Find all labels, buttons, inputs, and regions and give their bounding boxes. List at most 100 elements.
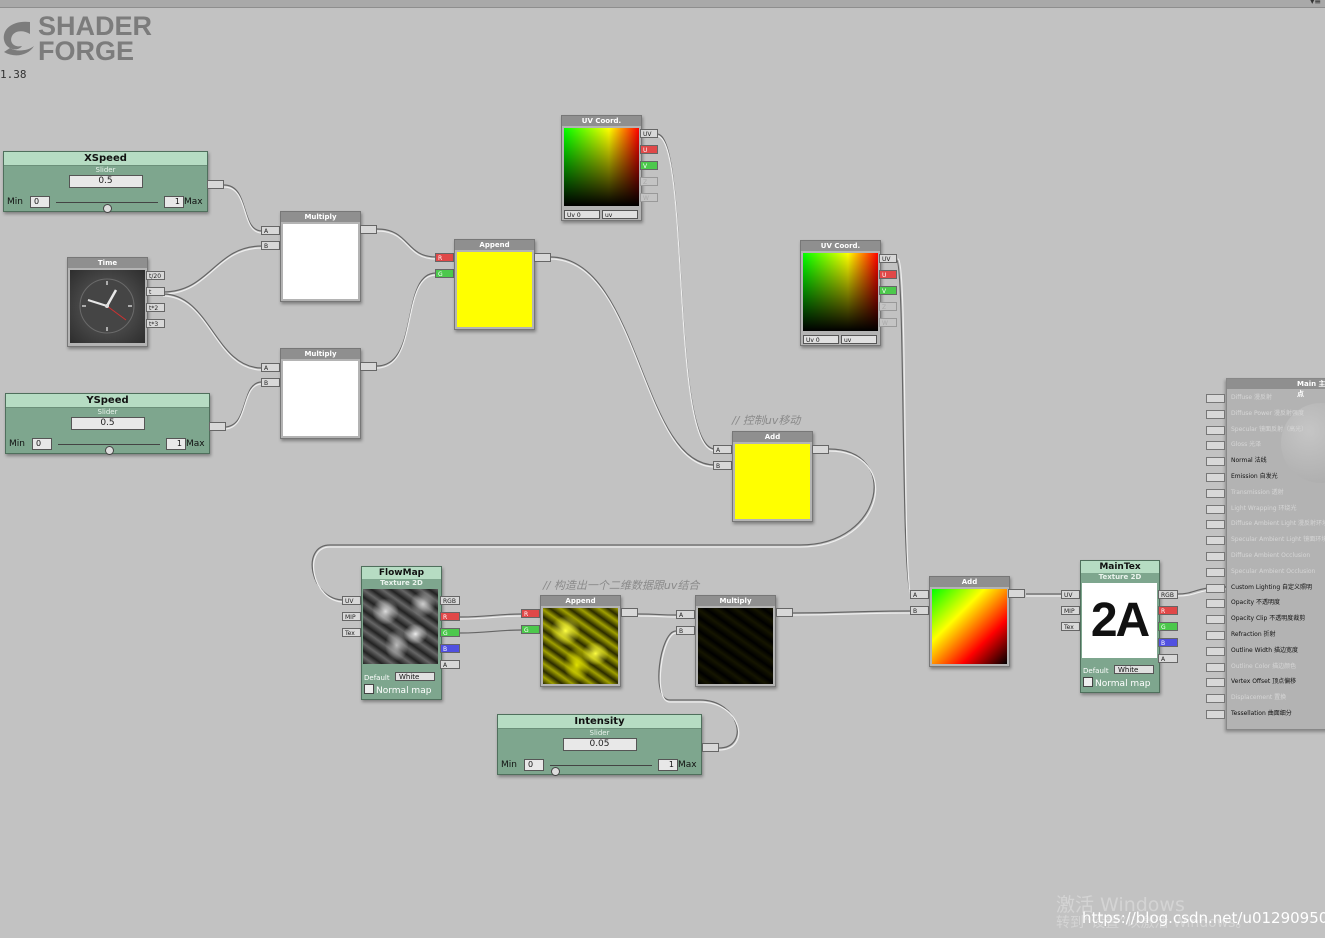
main-output-node[interactable]: Main 主节点 Diffuse 漫反射 Diffuse Power 漫反射强度 S… [1206,378,1325,730]
w-port[interactable]: W [640,193,658,202]
input-port-g[interactable]: G [521,625,540,634]
multiply-output-port[interactable] [360,362,377,371]
b-port[interactable]: B [1158,638,1178,647]
input-port-b[interactable]: B [713,461,732,470]
max-field[interactable]: 1 [166,438,186,450]
xspeed-slider-node[interactable]: XSpeed Slider 0.5 Min 0 1 Max [3,151,208,213]
v-port[interactable]: V [640,161,658,170]
r-port[interactable]: R [440,612,460,621]
add-node-right[interactable]: Add [929,576,1010,667]
maintex-uv-port[interactable]: UV [1061,590,1080,599]
default-select[interactable]: White [1114,665,1154,674]
flowmap-uv-port[interactable]: UV [342,596,361,605]
multiply-output-port[interactable] [360,225,377,234]
min-field[interactable]: 0 [30,196,50,208]
flowmap-texture-node[interactable]: FlowMap Texture 2D Default White Normal … [361,566,442,700]
input-port-b[interactable]: B [261,241,280,250]
multiply-node-bottom[interactable]: Multiply [280,348,361,439]
uv-mode-select[interactable]: uv [841,335,877,344]
input-port-a[interactable]: A [676,610,695,619]
maintex-tex-port[interactable]: Tex [1061,622,1080,631]
maintex-texture-node[interactable]: MainTex Texture 2D 2A Default White Norm… [1080,560,1160,693]
uv-mode-select[interactable]: uv [602,210,638,219]
main-input-port[interactable] [1206,425,1225,435]
main-input-port[interactable] [1206,520,1225,530]
main-input-port[interactable] [1206,536,1225,546]
a-port[interactable]: A [440,660,460,669]
uv-port[interactable]: UV [640,129,658,138]
slider-thumb[interactable] [105,446,114,455]
u-port[interactable]: U [640,145,658,154]
v-port[interactable]: V [879,286,897,295]
main-input-port[interactable] [1206,394,1225,403]
add-node-middle[interactable]: Add [732,431,813,522]
input-port-r[interactable]: R [521,609,540,618]
input-port-b[interactable]: B [676,626,695,635]
input-port-a[interactable]: A [910,590,929,599]
uv-channel-select[interactable]: Uv 0 [564,210,600,219]
add-output-port[interactable] [1008,589,1025,598]
main-input-port[interactable] [1206,662,1225,672]
main-input-port[interactable] [1206,504,1225,514]
slider-thumb[interactable] [103,204,112,213]
max-field[interactable]: 1 [658,759,678,771]
time-port-t[interactable]: t [146,287,165,296]
main-input-port[interactable] [1206,583,1225,593]
slider-track[interactable] [58,444,160,455]
main-input-port[interactable] [1206,694,1225,704]
input-port-b[interactable]: B [910,606,929,615]
normal-map-toggle[interactable]: Normal map [1083,677,1150,690]
time-port-t2[interactable]: t*2 [146,303,165,312]
main-input-port[interactable] [1206,567,1225,577]
flowmap-mip-port[interactable]: MIP [342,612,361,621]
append-node-bottom[interactable]: Append [540,595,621,687]
max-field[interactable]: 1 [164,196,184,208]
main-input-port[interactable] [1206,457,1225,467]
input-port-a[interactable]: A [261,226,280,235]
min-field[interactable]: 0 [524,759,544,771]
append-node-top[interactable]: Append [454,239,535,330]
normal-map-toggle[interactable]: Normal map [364,684,431,697]
z-port[interactable]: Z [640,177,658,186]
main-input-port[interactable] [1206,599,1225,609]
add-output-port[interactable] [812,445,829,454]
uv-port[interactable]: UV [879,254,897,263]
append-output-port[interactable] [534,253,551,262]
time-port-t20[interactable]: t/20 [146,271,165,280]
intensity-slider-node[interactable]: Intensity Slider 0.05 Min 0 1 Max [497,714,702,776]
slider-track[interactable] [56,202,158,213]
main-input-port[interactable] [1206,710,1225,719]
main-input-port[interactable] [1206,409,1225,419]
uv-coord-node-2[interactable]: UV Coord. Uv 0 uv [800,240,881,346]
main-input-port[interactable] [1206,441,1225,451]
main-input-port[interactable] [1206,473,1225,482]
input-port-a[interactable]: A [713,445,732,454]
maintex-mip-port[interactable]: MIP [1061,606,1080,615]
multiply-output-port[interactable] [776,608,793,617]
main-input-port[interactable] [1206,488,1225,498]
main-input-port[interactable] [1206,646,1225,656]
g-port[interactable]: G [440,628,460,637]
append-output-port[interactable] [621,608,638,617]
main-input-port[interactable] [1206,678,1225,688]
yspeed-slider-node[interactable]: YSpeed Slider 0.5 Min 0 1 Max [5,393,210,455]
time-port-t3[interactable]: t*3 [146,319,165,328]
slider-value-field[interactable]: 0.5 [68,175,143,188]
w-port[interactable]: W [879,318,897,327]
slider-track[interactable] [550,765,652,776]
u-port[interactable]: U [879,270,897,279]
b-port[interactable]: B [440,644,460,653]
input-port-a[interactable]: A [261,363,280,372]
input-port-g[interactable]: G [435,269,454,278]
main-input-port[interactable] [1206,552,1225,561]
checkbox-icon[interactable] [364,684,374,694]
a-port[interactable]: A [1158,654,1178,663]
min-field[interactable]: 0 [32,438,52,450]
xspeed-output-port[interactable] [207,180,224,189]
flowmap-tex-port[interactable]: Tex [342,628,361,637]
slider-value-field[interactable]: 0.05 [562,738,637,751]
input-port-r[interactable]: R [435,253,454,262]
multiply-node-dark[interactable]: Multiply [695,595,776,687]
main-input-port[interactable] [1206,631,1225,640]
uv-channel-select[interactable]: Uv 0 [803,335,839,344]
